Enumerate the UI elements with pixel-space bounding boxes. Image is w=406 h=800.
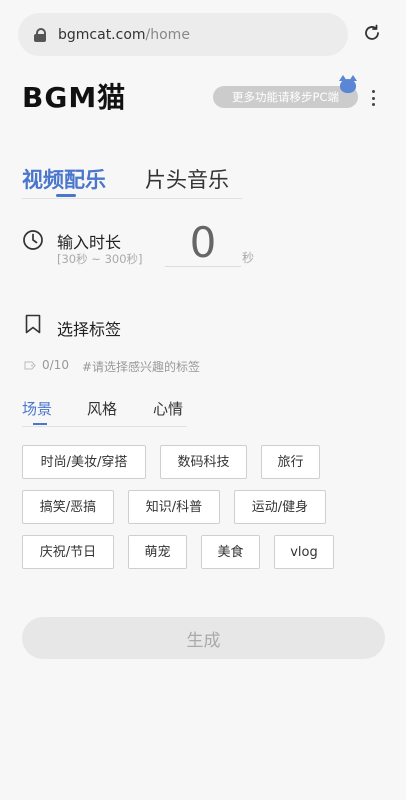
refresh-icon[interactable] xyxy=(363,24,381,42)
pc-notice-pill[interactable]: 更多功能请移步PC端 xyxy=(213,86,358,108)
browser-bar: bgmcat.com/home xyxy=(0,0,406,66)
duration-unit: 秒 xyxy=(242,251,255,265)
duration-label: 输入时长 xyxy=(57,233,122,252)
main-tabs: 视频配乐 片头音乐 xyxy=(22,160,242,199)
more-options-icon[interactable] xyxy=(370,90,376,106)
url-bar[interactable]: bgmcat.com/home xyxy=(18,13,348,56)
tab-mood[interactable]: 心情 xyxy=(153,398,183,419)
tag-chip[interactable]: 萌宠 xyxy=(128,535,187,569)
category-underline xyxy=(33,423,47,425)
tag-chip[interactable]: 数码科技 xyxy=(160,445,247,479)
cat-icon xyxy=(339,75,357,93)
tab-intro-music[interactable]: 片头音乐 xyxy=(145,164,229,194)
tags-title: 选择标签 xyxy=(57,320,122,339)
tag-count: 0/10 xyxy=(42,358,69,372)
tag-chip[interactable]: 时尚/美妆/穿搭 xyxy=(22,445,146,479)
generate-button[interactable]: 生成 xyxy=(22,617,385,659)
tab-underline xyxy=(56,194,76,197)
tag-chip[interactable]: 搞笑/恶搞 xyxy=(22,490,114,524)
tag-chip[interactable]: vlog xyxy=(274,535,334,569)
tag-icon xyxy=(24,361,36,370)
tag-chip[interactable]: 运动/健身 xyxy=(234,490,326,524)
app-header: BGM猫 更多功能请移步PC端 xyxy=(0,66,406,126)
clock-icon xyxy=(23,230,43,250)
tab-style[interactable]: 风格 xyxy=(87,398,117,419)
duration-input[interactable] xyxy=(165,218,241,267)
tag-chip[interactable]: 庆祝/节日 xyxy=(22,535,114,569)
duration-range: [30秒 ~ 300秒] xyxy=(57,252,143,266)
tag-chip[interactable]: 美食 xyxy=(201,535,260,569)
tag-chip[interactable]: 旅行 xyxy=(261,445,320,479)
tab-scene[interactable]: 场景 xyxy=(22,398,52,419)
url-path: /home xyxy=(145,26,190,43)
tab-video-music[interactable]: 视频配乐 xyxy=(22,164,106,194)
category-tabs: 场景 风格 心情 xyxy=(22,398,187,427)
logo[interactable]: BGM猫 xyxy=(22,76,126,116)
lock-icon xyxy=(34,27,46,42)
bookmark-icon xyxy=(25,314,41,334)
tag-chip[interactable]: 知识/科普 xyxy=(128,490,220,524)
tag-hint: #请选择感兴趣的标签 xyxy=(82,360,201,374)
url-domain: bgmcat.com xyxy=(58,26,146,43)
url-text[interactable]: bgmcat.com/home xyxy=(58,27,190,43)
